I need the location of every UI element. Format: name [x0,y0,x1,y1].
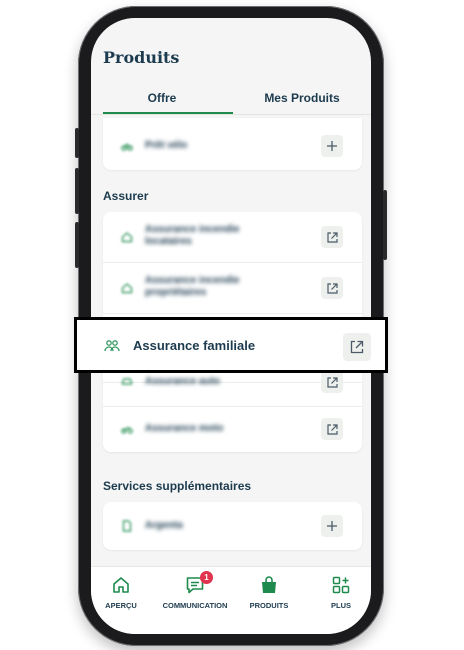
house-icon [121,231,133,243]
list-item[interactable]: Assurance moto [103,409,362,449]
phone-side-button [75,128,79,158]
highlighted-list-item-assurance-familiale[interactable]: Assurance familiale [74,317,388,373]
motorbike-icon [121,423,133,435]
bottom-navigation: APERÇU 1 COMMUNICATION PRODUITS PLUS [91,566,371,634]
nav-communication[interactable]: 1 COMMUNICATION [160,571,230,619]
house-icon [121,282,133,294]
tab-bar: Offre Mes Produits [91,82,371,114]
section-title-services: Services supplémentaires [103,479,252,493]
home-icon [111,575,131,595]
bike-icon [121,140,133,152]
phone-volume-down [75,222,79,268]
car-icon [121,376,133,388]
list-item[interactable]: Argenta [103,506,362,546]
external-link-icon [326,282,338,294]
list-item[interactable]: Assurance incendie locataires [103,212,362,262]
nav-label: COMMUNICATION [162,601,228,610]
list-item-label: Assurance auto [145,376,221,387]
external-link-button[interactable] [321,277,343,299]
list-item-label: Assurance incendie locataires [145,224,240,247]
list-item-label: Assurance familiale [133,338,256,353]
external-link-icon [326,376,338,388]
services-card: Argenta [103,502,362,550]
shopping-bag-icon [259,575,279,595]
tab-mes-produits[interactable]: Mes Produits [233,82,371,114]
tabs-divider [91,114,371,115]
nav-label: PRODUITS [249,601,289,610]
external-link-icon [326,423,338,435]
add-button[interactable] [321,515,343,537]
phone-power-button [383,190,387,260]
list-item-label: Argenta [145,520,183,531]
divider [103,406,362,407]
nav-apercu[interactable]: APERÇU [91,575,156,619]
divider [103,313,362,314]
products-card: Prêt vélo [103,118,362,170]
external-link-button[interactable] [321,226,343,248]
plus-icon [327,521,337,531]
nav-label: APERÇU [105,601,137,610]
page-title: Produits [103,48,180,67]
section-title-assurer: Assurer [103,189,149,203]
nav-label: PLUS [330,601,351,610]
nav-produits[interactable]: PRODUITS [234,575,304,619]
external-link-icon [350,340,364,354]
notification-badge: 1 [200,571,213,584]
list-item-label: Assurance moto [145,423,224,434]
list-item-label: Assurance incendie propriétaires [145,275,240,298]
phone-volume-up [75,168,79,214]
document-icon [121,520,133,532]
plus-icon [327,141,337,151]
external-link-button[interactable] [321,371,343,393]
external-link-button[interactable] [321,418,343,440]
list-item-label: Prêt vélo [145,140,188,151]
list-item[interactable]: Prêt vélo [103,126,362,166]
nav-plus[interactable]: PLUS [306,575,371,619]
list-item[interactable]: Assurance incendie propriétaires [103,263,362,313]
external-link-button[interactable] [343,333,371,361]
tab-offre[interactable]: Offre [91,82,233,114]
family-icon [104,338,120,354]
grid-plus-icon [331,575,351,595]
external-link-icon [326,231,338,243]
add-button[interactable] [321,135,343,157]
